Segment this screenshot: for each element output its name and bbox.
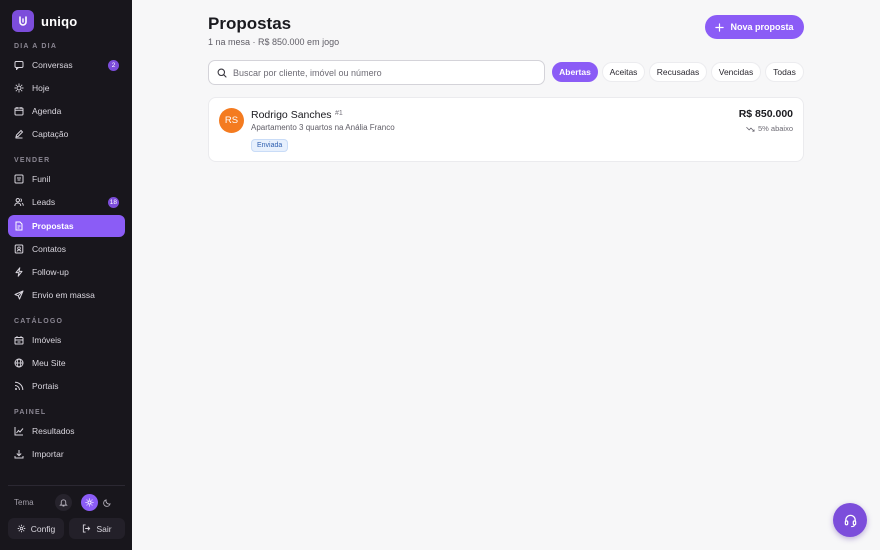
avatar: RS: [219, 108, 244, 133]
sidebar-item-imoveis[interactable]: Imóveis: [8, 329, 125, 351]
moon-icon: [103, 499, 111, 507]
bell-icon: [59, 499, 68, 507]
plus-icon: [715, 22, 725, 32]
sidebar-item-label: Resultados: [32, 426, 75, 436]
price-delta-label: 5% abaixo: [757, 124, 793, 133]
sidebar-item-hoje[interactable]: Hoje: [8, 77, 125, 99]
sidebar-item-captacao[interactable]: Captação: [8, 123, 125, 145]
document-icon: [15, 221, 23, 231]
theme-notifications-button[interactable]: [55, 494, 72, 511]
sidebar-item-funil[interactable]: Funil: [8, 168, 125, 190]
filter-todas[interactable]: Todas: [765, 62, 804, 82]
config-label: Config: [30, 523, 56, 534]
uniqo-logo-icon: [12, 10, 34, 32]
sidebar-item-propostas[interactable]: Propostas: [8, 215, 125, 237]
globe-icon: [14, 358, 24, 368]
new-proposal-label: Nova proposta: [730, 22, 794, 32]
sidebar-item-label: Meu Site: [32, 358, 66, 368]
unread-badge: 2: [108, 60, 119, 71]
price-delta: 5% abaixo: [746, 124, 793, 133]
contact-icon: [14, 244, 24, 254]
brand[interactable]: uniqo: [12, 10, 77, 32]
pen-icon: [15, 129, 24, 139]
sidebar-item-label: Funil: [32, 174, 51, 184]
sidebar-item-label: Importar: [32, 449, 64, 459]
filter-abertas[interactable]: Abertas: [552, 62, 598, 82]
logout-label: Sair: [96, 523, 112, 534]
theme-light-button[interactable]: [81, 494, 98, 511]
sidebar-item-resultados[interactable]: Resultados: [8, 420, 125, 442]
chart-icon: [14, 427, 24, 436]
sidebar-item-label: Agenda: [32, 106, 62, 116]
proposal-number: #1: [335, 110, 343, 117]
funnel-icon: [14, 174, 24, 184]
logout-icon: [83, 524, 91, 533]
leads-count-badge: 18: [107, 197, 119, 208]
logout-button[interactable]: Sair: [69, 518, 125, 539]
section-label-painel: PAINEL: [14, 409, 47, 416]
rss-icon: [14, 381, 24, 391]
sun-icon: [14, 83, 24, 93]
page-title: Propostas: [208, 14, 292, 33]
filter-aceitas[interactable]: Aceitas: [602, 62, 645, 82]
sidebar-item-label: Leads: [32, 197, 56, 207]
sidebar-item-envio-em-massa[interactable]: Envio em massa: [8, 284, 125, 306]
send-icon: [14, 290, 24, 300]
sidebar-item-meu-site[interactable]: Meu Site: [8, 352, 125, 374]
sidebar-item-follow-up[interactable]: Follow-up: [8, 261, 125, 283]
search-input[interactable]: [233, 67, 533, 78]
sidebar-item-label: Propostas: [32, 221, 74, 231]
calendar-icon: [14, 107, 24, 116]
trend-down-icon: [746, 126, 755, 132]
search-box[interactable]: [208, 60, 545, 85]
sidebar-item-label: Envio em massa: [32, 290, 95, 300]
chat-icon: [14, 61, 24, 70]
sidebar-item-label: Follow-up: [32, 267, 69, 277]
filter-recusadas[interactable]: Recusadas: [649, 62, 707, 82]
theme-label: Tema: [14, 498, 34, 507]
proposal-amount: R$ 850.000: [738, 108, 793, 120]
bolt-icon: [15, 267, 23, 277]
search-icon: [217, 68, 227, 78]
users-icon: [14, 198, 24, 207]
sidebar-item-importar[interactable]: Importar: [8, 443, 125, 465]
section-label-catalogo: CATÁLOGO: [14, 318, 64, 325]
sun-icon: [85, 498, 94, 507]
sidebar-item-label: Portais: [32, 381, 59, 391]
proposal-card[interactable]: RS Rodrigo Sanches #1 Apartamento 3 quar…: [208, 97, 804, 162]
sidebar-item-label: Imóveis: [32, 335, 62, 345]
sidebar-item-label: Captação: [32, 129, 69, 139]
sidebar-item-leads[interactable]: Leads 18: [8, 191, 125, 213]
sidebar-item-conversas[interactable]: Conversas 2: [8, 54, 125, 76]
filter-vencidas[interactable]: Vencidas: [711, 62, 761, 82]
sidebar-item-agenda[interactable]: Agenda: [8, 100, 125, 122]
sidebar: uniqo DIA A DIA Conversas 2 Hoje Agenda …: [0, 0, 132, 550]
status-badge: Enviada: [251, 139, 289, 152]
customer-name: Rodrigo Sanches: [251, 109, 332, 121]
sidebar-divider: [8, 485, 125, 486]
property-description: Apartamento 3 quartos na Anália Franco: [251, 123, 395, 132]
sidebar-item-label: Conversas: [32, 60, 73, 70]
sidebar-item-label: Contatos: [32, 244, 67, 254]
section-label-vender: VENDER: [14, 157, 51, 164]
headset-icon: [844, 514, 856, 527]
section-label-dia-a-dia: DIA A DIA: [14, 43, 58, 50]
brand-name: uniqo: [41, 13, 78, 29]
theme-dark-button[interactable]: [99, 494, 116, 511]
config-button[interactable]: Config: [8, 518, 64, 539]
help-chat-button[interactable]: [833, 503, 867, 537]
download-icon: [14, 450, 24, 459]
sidebar-item-portais[interactable]: Portais: [8, 375, 125, 397]
sidebar-item-contatos[interactable]: Contatos: [8, 238, 125, 260]
sidebar-item-label: Hoje: [32, 83, 50, 93]
gear-icon: [17, 524, 25, 533]
new-proposal-button[interactable]: Nova proposta: [705, 15, 804, 39]
building-icon: [14, 336, 24, 345]
page-subtitle: 1 na mesa · R$ 850.000 em jogo: [208, 37, 340, 47]
